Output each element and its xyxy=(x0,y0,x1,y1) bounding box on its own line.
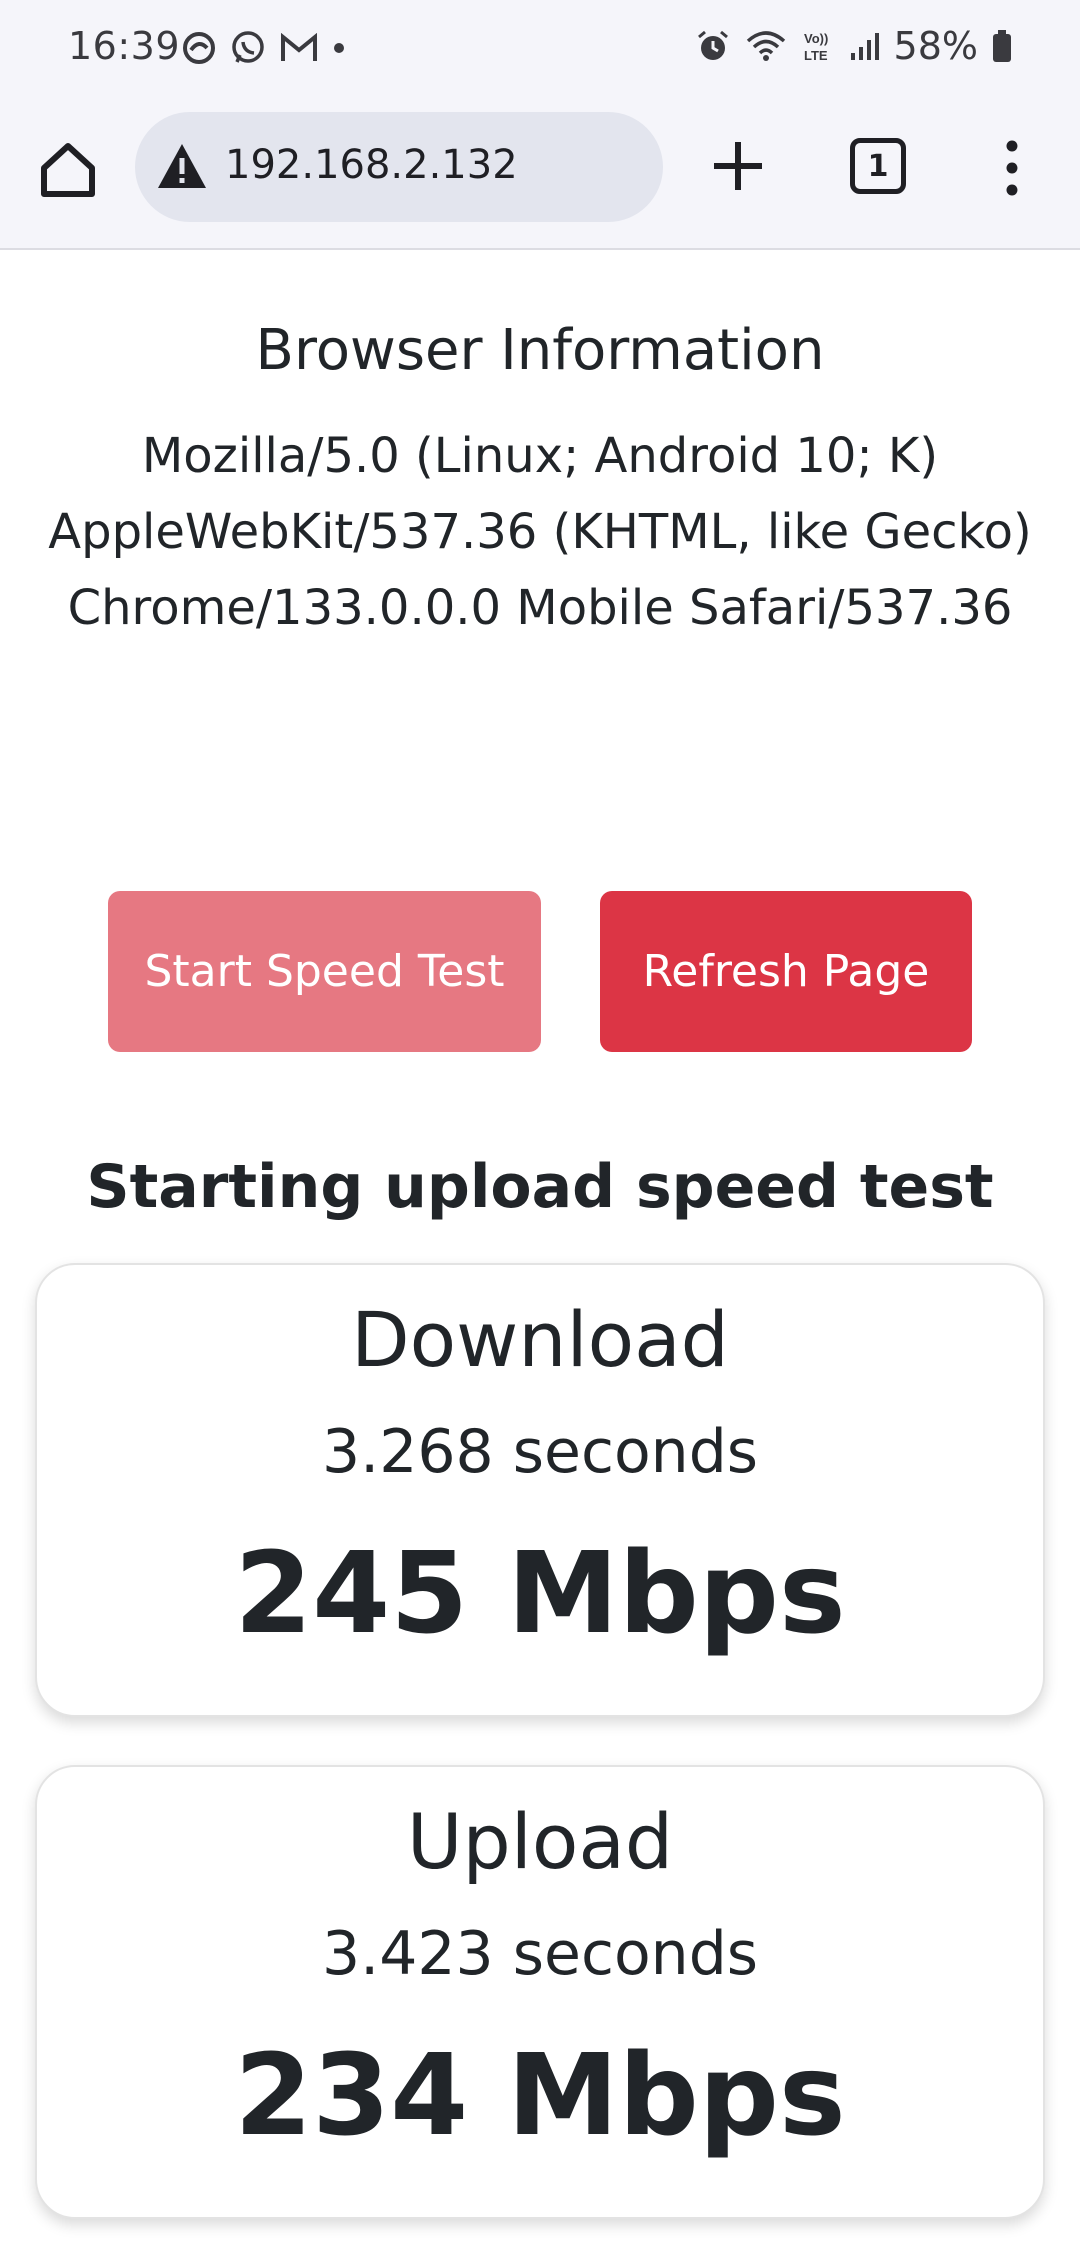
download-label: Download xyxy=(351,1295,729,1384)
upload-label: Upload xyxy=(406,1797,674,1886)
browser-toolbar: 192.168.2.132 1 xyxy=(0,104,1080,250)
upload-time: 3.423 seconds xyxy=(321,1919,759,1989)
battery-icon xyxy=(993,30,1011,62)
status-bar: 16:39 Vo)) LTE 58% xyxy=(0,0,1080,104)
signal-icon xyxy=(850,33,879,60)
url-text[interactable]: 192.168.2.132 xyxy=(225,142,518,188)
whatsapp-icon xyxy=(232,31,264,63)
tab-count: 1 xyxy=(867,148,889,184)
volte-icon: Vo)) LTE xyxy=(804,31,828,63)
user-agent-line: Chrome/133.0.0.0 Mobile Safari/537.36 xyxy=(67,580,1013,636)
browser-info-title: Browser Information xyxy=(255,318,825,383)
warning-icon[interactable] xyxy=(155,140,209,194)
start-speed-test-button[interactable]: Start Speed Test xyxy=(108,891,541,1052)
svg-text:LTE: LTE xyxy=(804,48,828,63)
gmail-icon xyxy=(281,33,317,61)
user-agent-line: Mozilla/5.0 (Linux; Android 10; K) xyxy=(141,428,939,484)
upload-result-card: Upload 3.423 seconds 234 Mbps xyxy=(35,1765,1045,2219)
test-status-message: Starting upload speed test xyxy=(86,1152,994,1222)
download-time: 3.268 seconds xyxy=(321,1417,759,1487)
system-icons: Vo)) LTE 58% xyxy=(696,24,1012,68)
status-time: 16:39 xyxy=(68,24,181,68)
user-agent-text: Mozilla/5.0 (Linux; Android 10; K) Apple… xyxy=(40,418,1040,646)
more-menu-icon[interactable] xyxy=(992,138,1032,198)
download-result-card: Download 3.268 seconds 245 Mbps xyxy=(35,1263,1045,1717)
download-speed: 245 Mbps xyxy=(234,1529,846,1659)
edge-icon xyxy=(183,32,215,64)
refresh-page-button[interactable]: Refresh Page xyxy=(600,891,972,1052)
notification-icons xyxy=(182,30,346,66)
new-tab-icon[interactable] xyxy=(710,138,766,194)
home-icon[interactable] xyxy=(36,138,100,202)
alarm-icon xyxy=(697,30,728,60)
user-agent-line: AppleWebKit/537.36 (KHTML, like Gecko) xyxy=(48,504,1032,560)
svg-text:Vo)): Vo)) xyxy=(804,31,828,46)
upload-speed: 234 Mbps xyxy=(234,2031,846,2161)
wifi-icon xyxy=(746,31,785,61)
battery-percent: 58% xyxy=(893,24,978,68)
tab-switcher-button[interactable]: 1 xyxy=(850,138,906,194)
address-bar[interactable]: 192.168.2.132 xyxy=(135,112,663,222)
dot-icon xyxy=(334,43,344,53)
